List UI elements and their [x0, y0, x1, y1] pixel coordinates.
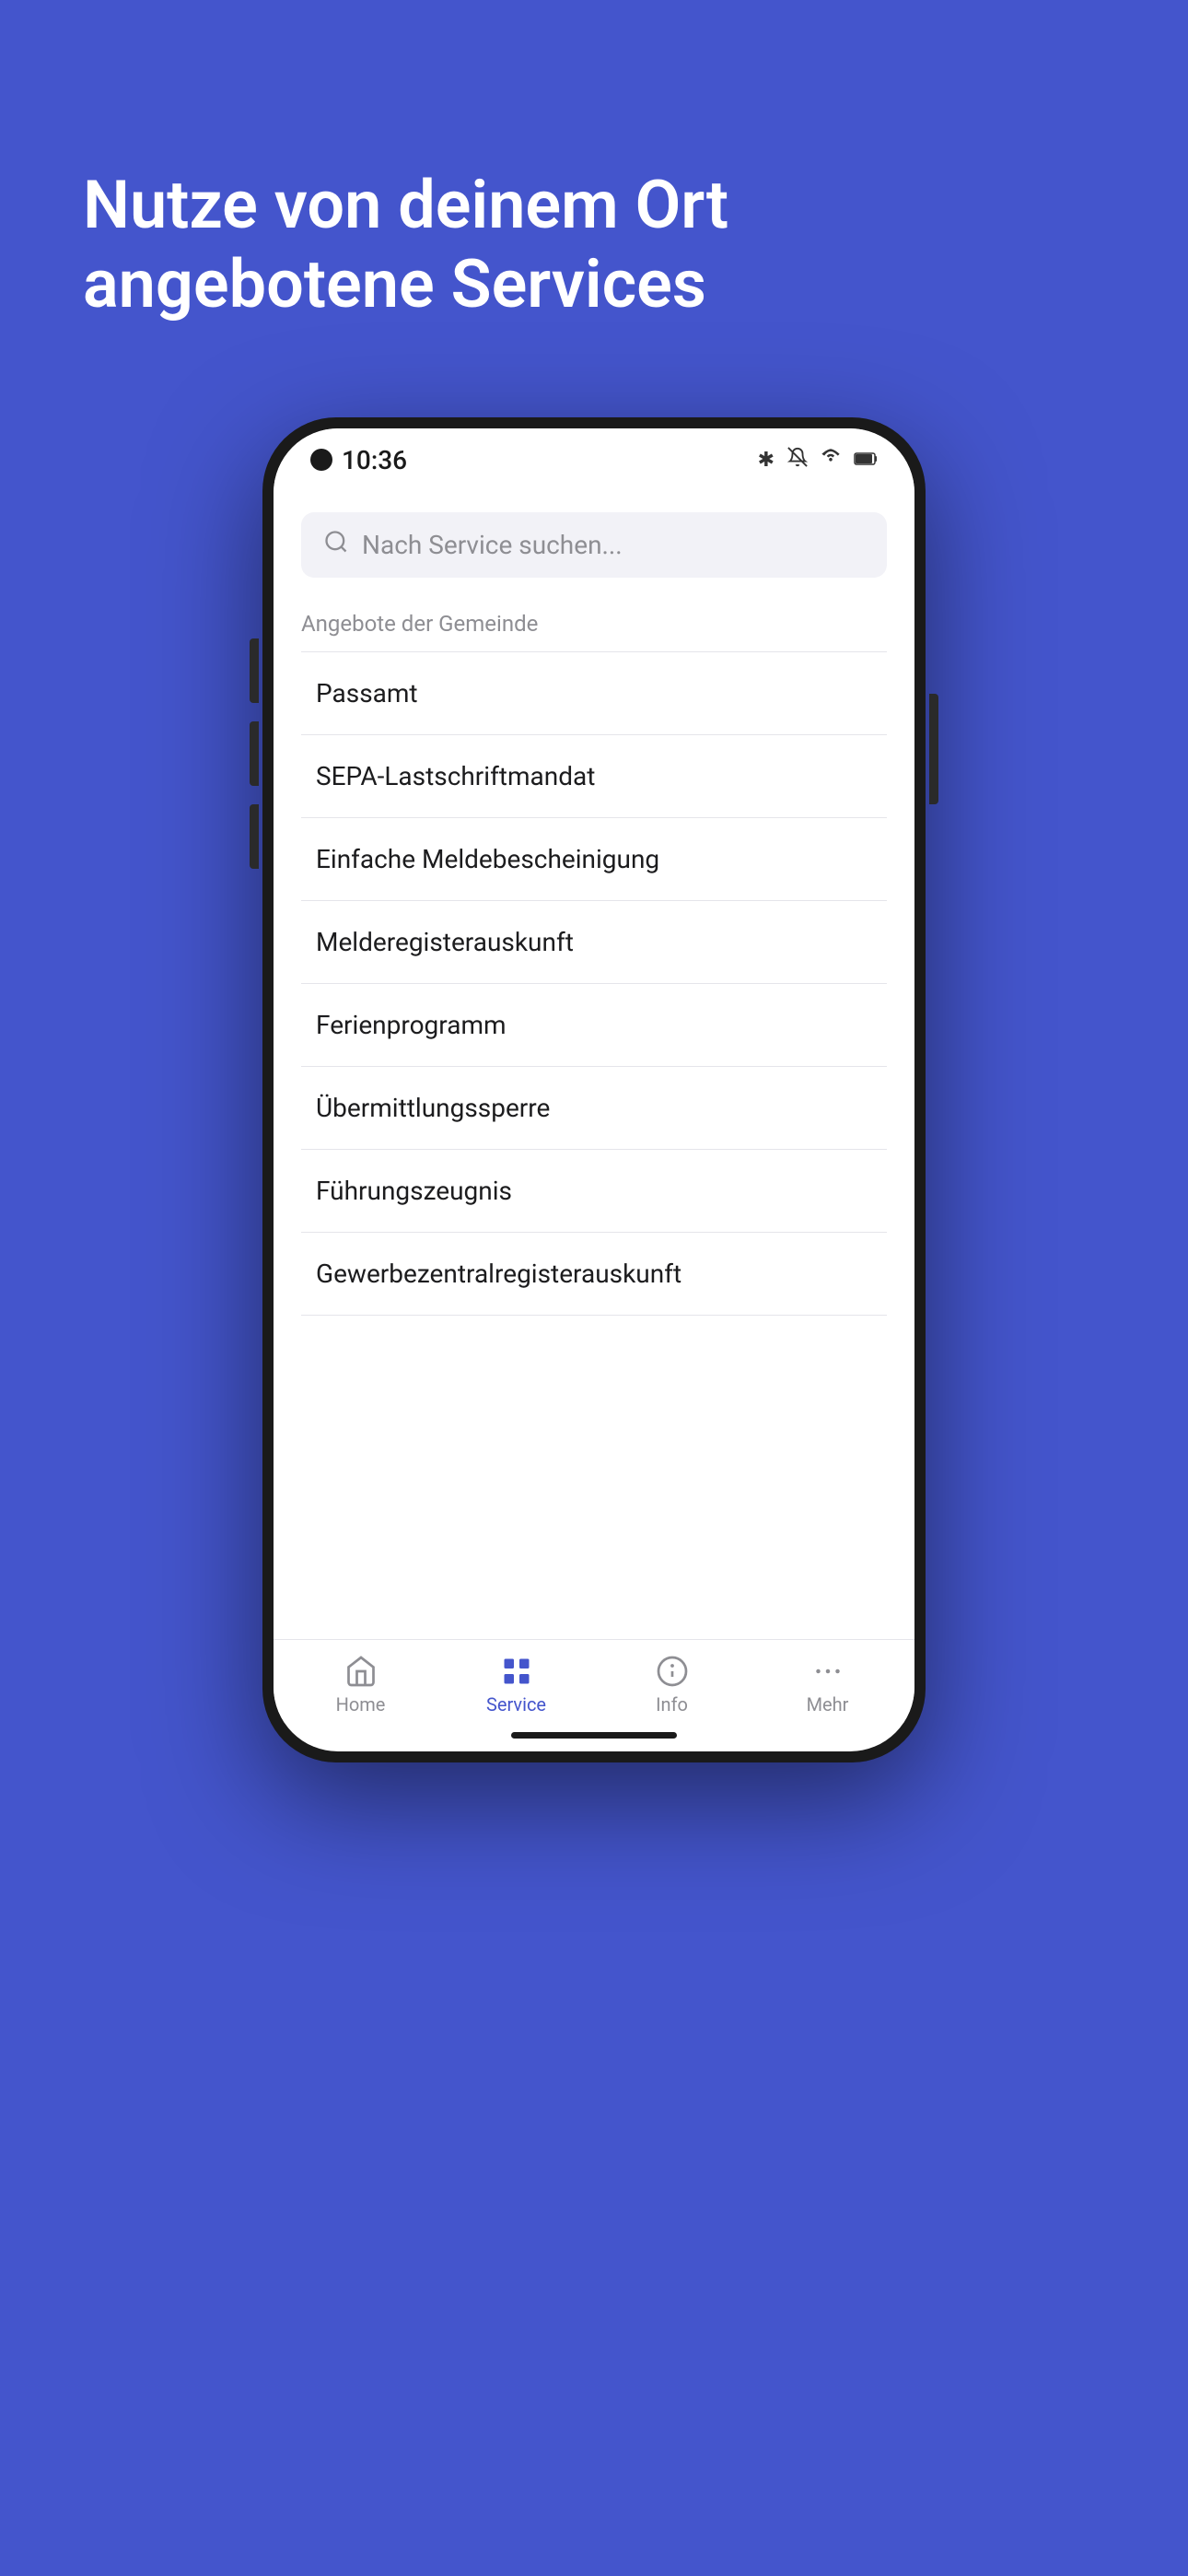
camera-dot: [310, 449, 332, 471]
service-item-sepa[interactable]: SEPA-Lastschriftmandat: [301, 735, 887, 818]
phone-screen: 10:36 ✱: [274, 428, 914, 1751]
nav-item-mehr[interactable]: Mehr: [782, 1655, 874, 1715]
nav-label-service: Service: [486, 1693, 546, 1715]
nav-label-home: Home: [336, 1693, 386, 1715]
volume-down-button: [250, 804, 259, 869]
status-time-area: 10:36: [310, 445, 407, 475]
mehr-icon: [811, 1655, 844, 1688]
service-item-fuehrungszeugnis[interactable]: Führungszeugnis: [301, 1150, 887, 1233]
service-list: Passamt SEPA-Lastschriftmandat Einfache …: [301, 651, 887, 1639]
search-bar[interactable]: Nach Service suchen...: [301, 512, 887, 578]
nav-item-service[interactable]: Service: [471, 1655, 563, 1715]
info-icon: [656, 1655, 689, 1688]
nav-label-mehr: Mehr: [807, 1693, 849, 1715]
service-item-meldebescheinigung[interactable]: Einfache Meldebescheinigung: [301, 818, 887, 901]
bottom-nav: Home Service: [274, 1639, 914, 1723]
section-title: Angebote der Gemeinde: [301, 611, 887, 637]
time-display: 10:36: [342, 445, 407, 475]
nav-item-info[interactable]: Info: [626, 1655, 718, 1715]
service-item-melderegister[interactable]: Melderegisterauskunft: [301, 901, 887, 984]
service-item-ferienprogramm[interactable]: Ferienprogramm: [301, 984, 887, 1067]
service-item-uebermittlung[interactable]: Übermittlungssperre: [301, 1067, 887, 1150]
phone-shell: 10:36 ✱: [262, 417, 926, 1762]
wifi-icon: [821, 447, 841, 473]
status-icons: ✱: [758, 447, 878, 473]
service-item-gewerbezentral[interactable]: Gewerbezentralregisterauskunft: [301, 1233, 887, 1316]
service-item-passamt[interactable]: Passamt: [301, 651, 887, 735]
bluetooth-icon: ✱: [758, 449, 775, 472]
volume-up-button: [250, 721, 259, 786]
search-placeholder: Nach Service suchen...: [362, 530, 623, 560]
status-bar: 10:36 ✱: [274, 428, 914, 485]
battery-icon: [854, 449, 878, 472]
search-icon: [323, 529, 349, 561]
bell-off-icon: [787, 447, 808, 473]
nav-item-home[interactable]: Home: [315, 1655, 407, 1715]
hero-title: Nutze von deinem Ort angebotene Services: [83, 166, 728, 325]
home-indicator: [511, 1732, 677, 1739]
app-content: Nach Service suchen... Angebote der Geme…: [274, 485, 914, 1639]
home-icon: [344, 1655, 378, 1688]
hero-section: Nutze von deinem Ort angebotene Services: [0, 0, 811, 325]
nav-label-info: Info: [656, 1693, 688, 1715]
service-icon: [500, 1655, 533, 1688]
phone-mockup: 10:36 ✱: [262, 417, 926, 1762]
